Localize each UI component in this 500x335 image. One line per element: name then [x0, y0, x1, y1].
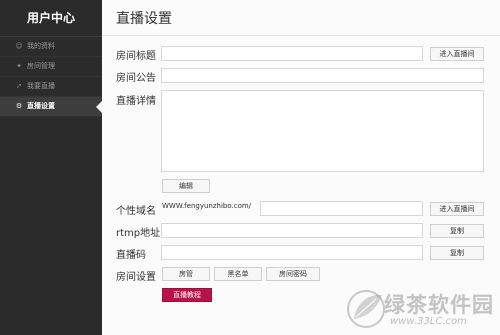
sidebar: 用户中心 ☺ 我的资料 ✦ 房间管理 ➚ 我要直播 ⚙ 直播设置: [0, 0, 102, 335]
sidebar-item-label: 我要直播: [27, 82, 55, 90]
room-admin-button[interactable]: 房管: [162, 267, 210, 281]
room-title-label: 房间标题: [116, 51, 156, 62]
wrench-icon: ✦: [16, 62, 22, 70]
room-password-button[interactable]: 房间密码: [266, 267, 320, 281]
watermark: 绿茶软件园 www.33LC.com: [344, 285, 496, 331]
blacklist-button[interactable]: 黑名单: [214, 267, 262, 281]
live-code-label: 直播码: [116, 250, 146, 261]
enter-live-room-button-2[interactable]: 进入直播间: [430, 202, 484, 216]
room-notice-label: 房间公告: [116, 73, 156, 84]
sidebar-item-live-settings[interactable]: ⚙ 直播设置: [0, 97, 102, 117]
pin-icon: ➚: [16, 82, 22, 90]
copy-live-code-button[interactable]: 复制: [430, 246, 484, 260]
live-tutorial-button[interactable]: 直播教程: [162, 288, 212, 302]
live-detail-textarea[interactable]: [161, 90, 484, 172]
sidebar-item-room-management[interactable]: ✦ 房间管理: [0, 57, 102, 77]
sidebar-item-label: 直播设置: [27, 102, 55, 110]
title-divider: [102, 35, 500, 36]
live-detail-label: 直播详情: [116, 96, 156, 107]
enter-live-room-button[interactable]: 进入直播间: [430, 47, 484, 61]
live-code-input[interactable]: [161, 245, 423, 260]
sidebar-item-label: 我的资料: [27, 42, 55, 50]
sidebar-item-my-profile[interactable]: ☺ 我的资料: [0, 37, 102, 57]
room-notice-input[interactable]: [161, 68, 484, 83]
sidebar-title: 用户中心: [0, 0, 102, 37]
sidebar-item-label: 房间管理: [27, 62, 55, 70]
custom-domain-input[interactable]: [260, 201, 423, 216]
edit-button[interactable]: 编辑: [162, 179, 210, 193]
custom-domain-label: 个性域名: [116, 206, 156, 217]
gear-icon: ⚙: [15, 102, 23, 110]
rtmp-input[interactable]: [161, 223, 423, 238]
room-title-input[interactable]: [161, 46, 423, 61]
domain-prefix: WWW.fengyunzhibo.com/: [162, 202, 252, 210]
room-settings-label: 房间设置: [116, 272, 156, 283]
rtmp-label: rtmp地址: [116, 228, 161, 239]
user-icon: ☺: [15, 42, 23, 50]
sidebar-item-go-live[interactable]: ➚ 我要直播: [0, 77, 102, 97]
leaf-logo-icon: [347, 290, 385, 328]
watermark-text: 绿茶软件园: [384, 293, 494, 317]
page-title: 直播设置: [116, 11, 172, 27]
copy-rtmp-button[interactable]: 复制: [430, 224, 484, 238]
watermark-url: www.33LC.com: [390, 316, 467, 327]
